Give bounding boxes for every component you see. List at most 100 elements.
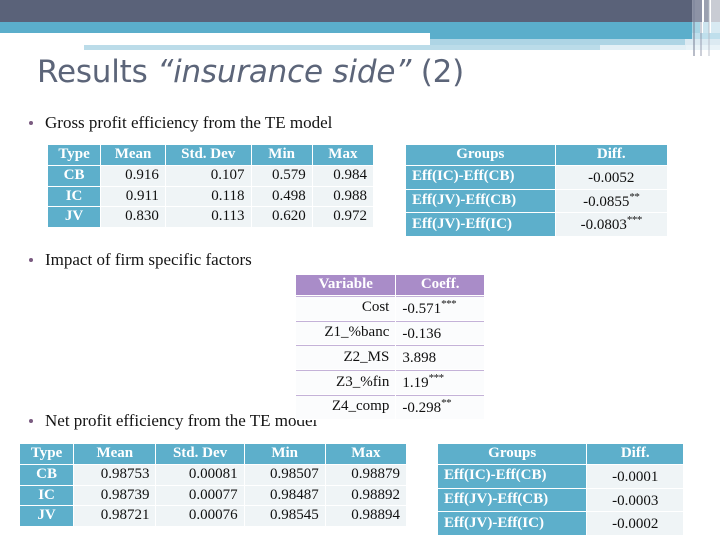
cell-diff: -0.0001 — [587, 464, 683, 488]
table-row: Eff(IC)-Eff(CB) -0.0001 — [438, 464, 683, 488]
bullet-dot-icon — [29, 418, 33, 423]
header-dark-stripe-3 — [711, 0, 720, 22]
bullet-label: Gross profit efficiency from the TE mode… — [45, 113, 333, 132]
header-pale-bar-3 — [84, 45, 600, 50]
cell-diff-value: -0.0003 — [612, 492, 659, 509]
bullet-dot-icon — [29, 257, 33, 262]
cell-stddev: 0.00081 — [156, 464, 244, 485]
cell-type: JV — [48, 207, 101, 228]
cell-coeff-significance: ** — [441, 396, 452, 409]
cell-stddev: 0.00077 — [156, 485, 244, 506]
cell-variable: Cost — [296, 295, 396, 320]
header-vertical-line-1 — [693, 0, 695, 56]
column-header-coeff: Coeff. — [396, 275, 484, 295]
table-row: CB 0.98753 0.00081 0.98507 0.98879 — [20, 464, 406, 485]
cell-type: CB — [20, 464, 74, 485]
table-header-row: Groups Diff. — [406, 145, 667, 165]
cell-diff: -0.0003 — [587, 488, 683, 512]
cell-diff-value: -0.0855 — [583, 193, 630, 210]
cell-coeff: 1.19*** — [396, 370, 484, 394]
table-header-row: Groups Diff. — [438, 444, 683, 464]
column-header-groups: Groups — [406, 145, 555, 165]
cell-coeff-value: 3.898 — [402, 350, 437, 367]
cell-diff: -0.0002 — [587, 512, 683, 536]
cell-stddev: 0.107 — [165, 165, 251, 186]
column-header-stddev: Std. Dev — [165, 145, 251, 165]
cell-diff: -0.0803*** — [555, 213, 667, 237]
cell-coeff-value: -0.298 — [402, 399, 442, 416]
table-row: CB 0.916 0.107 0.579 0.984 — [48, 165, 373, 186]
header-vertical-line-3 — [708, 0, 710, 56]
header-pale-bar-5 — [686, 45, 720, 50]
cell-coeff: -0.136 — [396, 320, 484, 345]
slide-header-decoration — [0, 0, 720, 56]
column-header-variable: Variable — [296, 275, 396, 295]
cell-coeff-value: -0.136 — [402, 325, 442, 342]
cell-group: Eff(IC)-Eff(CB) — [406, 165, 555, 189]
column-header-mean: Mean — [101, 145, 165, 165]
cell-type: CB — [48, 165, 101, 186]
bullet-firm-factors: Impact of firm specific factors — [29, 250, 252, 270]
table-row: Z1_%banc -0.136 — [296, 320, 484, 345]
column-header-type: Type — [20, 444, 74, 464]
bullet-label: Impact of firm specific factors — [45, 250, 252, 269]
table-row: Eff(JV)-Eff(CB) -0.0003 — [438, 488, 683, 512]
slide-title: Results “insurance side” (2) — [37, 54, 464, 90]
table-row: Z4_comp -0.298** — [296, 394, 484, 419]
cell-min: 0.98507 — [244, 464, 325, 485]
header-white-gap — [0, 33, 430, 39]
cell-coeff-value: 1.19 — [402, 375, 429, 392]
cell-min: 0.498 — [251, 186, 312, 207]
table-row: Eff(JV)-Eff(CB) -0.0855** — [406, 189, 667, 213]
cell-stddev: 0.00076 — [156, 506, 244, 527]
bullet-dot-icon — [29, 120, 33, 125]
cell-mean: 0.911 — [101, 186, 165, 207]
cell-variable: Z2_MS — [296, 345, 396, 370]
cell-type: JV — [20, 506, 74, 527]
cell-min: 0.579 — [251, 165, 312, 186]
cell-diff-value: -0.0052 — [588, 169, 635, 186]
cell-diff: -0.0855** — [555, 189, 667, 213]
column-header-max: Max — [325, 444, 406, 464]
table-row: JV 0.98721 0.00076 0.98545 0.98894 — [20, 506, 406, 527]
bullet-net-profit: Net profit efficiency from the TE model — [29, 411, 317, 431]
table-net-profit-group-diff: Groups Diff. Eff(IC)-Eff(CB) -0.0001 Eff… — [437, 443, 684, 537]
cell-max: 0.98892 — [325, 485, 406, 506]
cell-group: Eff(IC)-Eff(CB) — [438, 464, 587, 488]
cell-max: 0.988 — [312, 186, 373, 207]
table-row: IC 0.911 0.118 0.498 0.988 — [48, 186, 373, 207]
table-row: Eff(JV)-Eff(IC) -0.0803*** — [406, 213, 667, 237]
column-header-max: Max — [312, 145, 373, 165]
column-header-groups: Groups — [438, 444, 587, 464]
table-row: Cost -0.571*** — [296, 295, 484, 320]
table-row: Eff(IC)-Eff(CB) -0.0052 — [406, 165, 667, 189]
cell-type: IC — [20, 485, 74, 506]
cell-variable: Z3_%fin — [296, 370, 396, 394]
cell-max: 0.984 — [312, 165, 373, 186]
cell-diff-value: -0.0001 — [612, 468, 659, 485]
table-row: IC 0.98739 0.00077 0.98487 0.98892 — [20, 485, 406, 506]
column-header-min: Min — [244, 444, 325, 464]
cell-coeff: -0.571*** — [396, 295, 484, 320]
cell-mean: 0.916 — [101, 165, 165, 186]
column-header-mean: Mean — [74, 444, 156, 464]
cell-diff: -0.0052 — [555, 165, 667, 189]
cell-coeff-value: -0.571 — [402, 300, 442, 317]
bullet-gross-profit: Gross profit efficiency from the TE mode… — [29, 113, 332, 133]
cell-max: 0.98894 — [325, 506, 406, 527]
cell-variable: Z1_%banc — [296, 320, 396, 345]
cell-min: 0.98545 — [244, 506, 325, 527]
title-part-italic: “insurance side” — [157, 54, 412, 90]
column-header-type: Type — [48, 145, 101, 165]
cell-diff-value: -0.0803 — [580, 217, 627, 234]
cell-min: 0.98487 — [244, 485, 325, 506]
table-row: JV 0.830 0.113 0.620 0.972 — [48, 207, 373, 228]
table-header-row: Type Mean Std. Dev Min Max — [20, 444, 406, 464]
title-part-plain-1: Results — [37, 54, 158, 90]
table-row: Z2_MS 3.898 — [296, 345, 484, 370]
cell-min: 0.620 — [251, 207, 312, 228]
cell-coeff-significance: *** — [428, 372, 445, 385]
cell-coeff: 3.898 — [396, 345, 484, 370]
table-header-row: Type Mean Std. Dev Min Max — [48, 145, 373, 165]
title-part-plain-2: (2) — [411, 54, 465, 90]
